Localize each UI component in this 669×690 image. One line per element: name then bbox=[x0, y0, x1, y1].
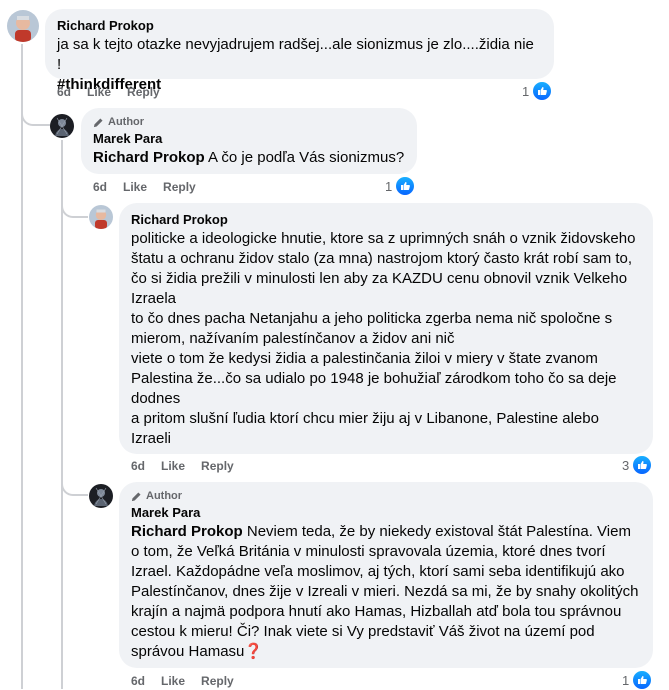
like-button[interactable]: Like bbox=[123, 180, 147, 194]
like-button[interactable]: Like bbox=[161, 674, 185, 688]
reaction-number: 1 bbox=[622, 672, 630, 688]
thumbs-up-icon bbox=[632, 455, 653, 475]
thumbs-up-icon bbox=[395, 176, 416, 196]
reply-button[interactable]: Reply bbox=[201, 459, 234, 473]
reaction-number: 1 bbox=[385, 178, 393, 194]
thread-connector bbox=[61, 196, 88, 218]
comment-time[interactable]: 6d bbox=[131, 459, 145, 473]
comment-author[interactable]: Richard Prokop bbox=[131, 211, 641, 229]
avatar[interactable] bbox=[50, 114, 74, 138]
pencil-icon bbox=[93, 117, 103, 127]
question-emoji: ❓ bbox=[244, 643, 264, 660]
comment-text: Richard Prokop Neviem teda, že by nieked… bbox=[131, 522, 641, 662]
thread-connector bbox=[61, 470, 88, 496]
reaction-count[interactable]: 3 bbox=[622, 455, 653, 475]
comment-bubble: Author Marek Para Richard Prokop A čo je… bbox=[81, 108, 417, 174]
reply-button[interactable]: Reply bbox=[163, 180, 196, 194]
thread-line-root bbox=[21, 44, 23, 689]
comment-author[interactable]: Richard Prokop bbox=[57, 17, 542, 35]
comment-bubble: Richard Prokop politicke a ideologicke h… bbox=[119, 203, 653, 454]
reaction-number: 3 bbox=[622, 457, 630, 473]
reaction-count[interactable]: 1 bbox=[622, 670, 653, 690]
like-button[interactable]: Like bbox=[161, 459, 185, 473]
thumbs-up-icon bbox=[632, 670, 653, 690]
comment-time[interactable]: 6d bbox=[57, 85, 71, 99]
thread-line-reply bbox=[61, 140, 63, 689]
comment-actions: 6d Like Reply bbox=[131, 458, 234, 474]
reaction-number: 1 bbox=[522, 83, 530, 99]
comment-body: ja sa k tejto otazke nevyjadrujem radšej… bbox=[57, 36, 539, 73]
mention-link[interactable]: Richard Prokop bbox=[131, 523, 243, 540]
author-badge: Author bbox=[93, 114, 405, 130]
comment-time[interactable]: 6d bbox=[93, 180, 107, 194]
author-badge: Author bbox=[131, 488, 641, 504]
comment-bubble: Richard Prokop ja sa k tejto otazke nevy… bbox=[45, 9, 554, 93]
comment-text: Richard Prokop A čo je podľa Vás sionizm… bbox=[93, 148, 405, 168]
pencil-icon bbox=[131, 491, 141, 501]
like-button[interactable]: Like bbox=[87, 85, 111, 99]
reply-button[interactable]: Reply bbox=[127, 85, 160, 99]
comment-actions: 6d Like Reply bbox=[93, 179, 196, 195]
mention-link[interactable]: Richard Prokop bbox=[93, 149, 205, 166]
avatar[interactable] bbox=[7, 10, 39, 42]
avatar[interactable] bbox=[89, 205, 113, 229]
reaction-count[interactable]: 1 bbox=[385, 176, 416, 196]
comment-text: politicke a ideologicke hnutie, ktore sa… bbox=[131, 230, 636, 447]
comment-body: A čo je podľa Vás sionizmus? bbox=[204, 149, 405, 166]
comment-actions: 6d Like Reply bbox=[131, 673, 234, 689]
author-badge-label: Author bbox=[108, 116, 145, 128]
avatar[interactable] bbox=[89, 484, 113, 508]
comment-author[interactable]: Marek Para bbox=[93, 130, 405, 148]
comment-bubble: Author Marek Para Richard Prokop Neviem … bbox=[119, 482, 653, 668]
reply-button[interactable]: Reply bbox=[201, 674, 234, 688]
author-badge-label: Author bbox=[146, 490, 183, 502]
reaction-count[interactable]: 1 bbox=[522, 81, 553, 101]
thumbs-up-icon bbox=[532, 81, 553, 101]
comment-body: Neviem teda, že by niekedy existoval štá… bbox=[131, 523, 643, 660]
thread-connector bbox=[21, 100, 51, 126]
comment-time[interactable]: 6d bbox=[131, 674, 145, 688]
comment-actions: 6d Like Reply bbox=[57, 84, 160, 100]
comment-author[interactable]: Marek Para bbox=[131, 504, 641, 522]
